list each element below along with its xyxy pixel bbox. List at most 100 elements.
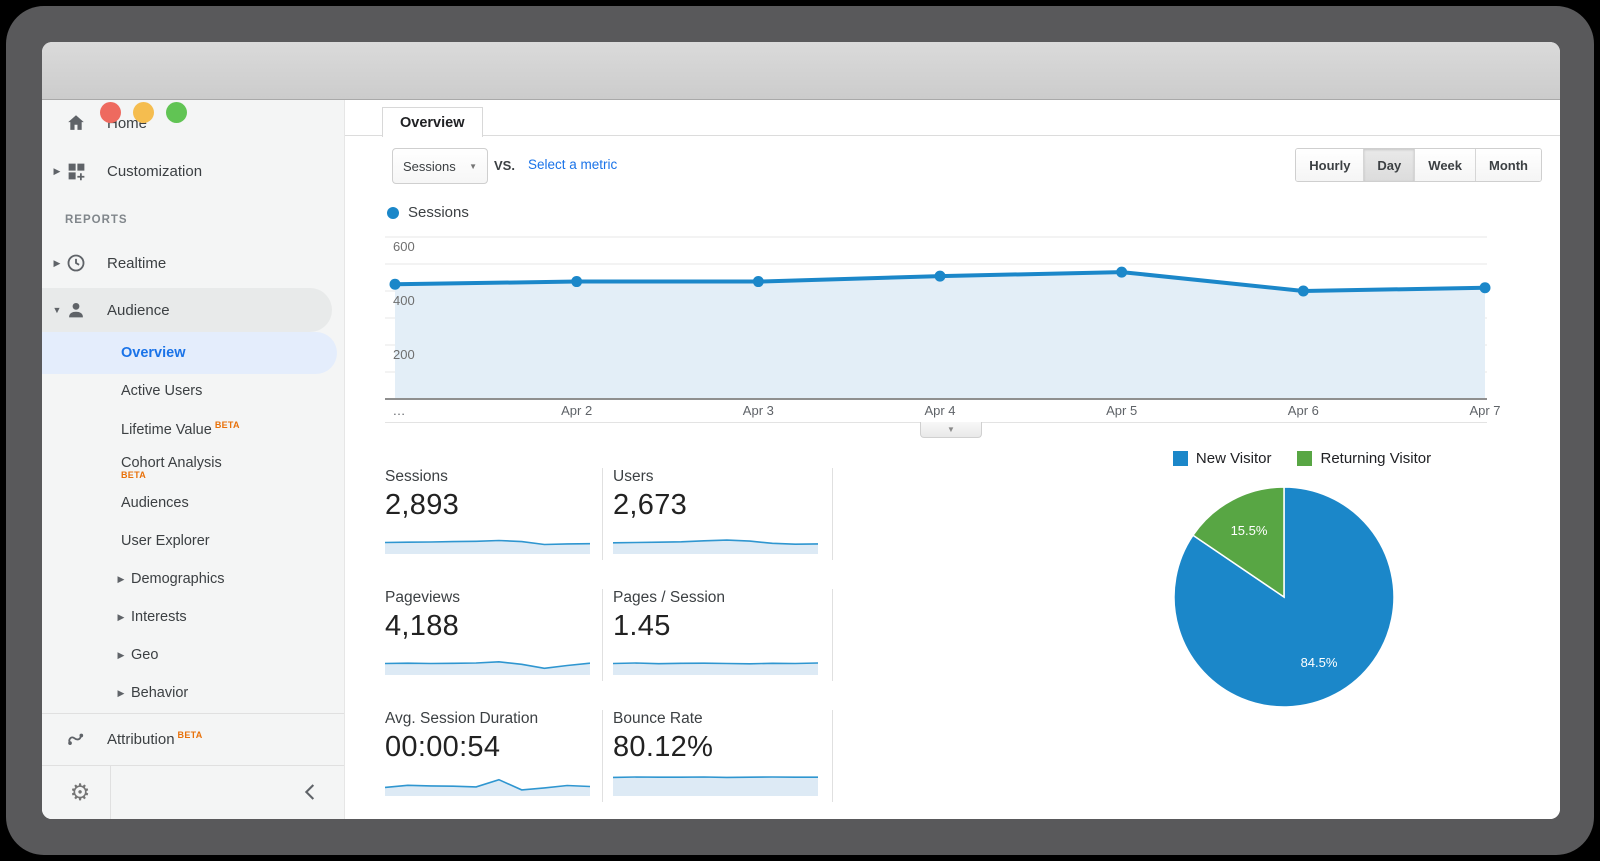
sidebar-item-label: Audiences (121, 495, 189, 511)
sidebar-item-label: User Explorer (121, 533, 210, 549)
sidebar-item-home[interactable]: Home (42, 100, 344, 146)
metric-label: Avg. Session Duration (385, 710, 593, 728)
metric-card-avg-session-duration[interactable]: Avg. Session Duration 00:00:54 (385, 710, 593, 796)
collapse-arrow-icon: ▼ (50, 305, 64, 315)
metric-value: 1.45 (613, 610, 821, 643)
gear-icon[interactable]: ⚙ (62, 774, 98, 810)
sidebar-item-user-explorer[interactable]: User Explorer (42, 522, 344, 560)
x-axis-tick-label: Apr 3 (743, 403, 774, 418)
sidebar-item-lifetime-value[interactable]: Lifetime ValueBETA (42, 410, 344, 448)
sidebar-nav: ⚙ Home▶ CustomizationREPORTS▶Realtime▼Au… (42, 100, 345, 819)
card-divider (832, 710, 833, 802)
close-window-button[interactable] (100, 102, 121, 123)
metric-selector-dropdown[interactable]: Sessions ▼ (392, 148, 488, 184)
metric-card-pages-session[interactable]: Pages / Session 1.45 (613, 589, 821, 675)
window-titlebar (42, 42, 1560, 100)
granularity-button-month[interactable]: Month (1475, 149, 1541, 181)
card-divider (602, 710, 603, 802)
metric-label: Pages / Session (613, 589, 821, 607)
metric-value: 4,188 (385, 610, 593, 643)
card-divider (602, 468, 603, 560)
metric-value: 00:00:54 (385, 731, 593, 764)
sidebar-item-label: Realtime (107, 255, 166, 272)
sidebar-item-label: Interests (131, 609, 187, 625)
sidebar-item-label: AttributionBETA (107, 730, 203, 748)
metric-label: Pageviews (385, 589, 593, 607)
metric-card-sessions[interactable]: Sessions 2,893 (385, 468, 593, 554)
zoom-window-button[interactable] (166, 102, 187, 123)
sidebar-item-label: Geo (131, 647, 158, 663)
beta-badge: BETA (215, 420, 240, 430)
pie-legend: New VisitorReturning Visitor (1082, 450, 1522, 467)
collapse-sidebar-icon[interactable] (297, 778, 325, 806)
minimize-window-button[interactable] (133, 102, 154, 123)
person-icon (64, 298, 88, 322)
metric-label: Bounce Rate (613, 710, 821, 728)
sidebar-item-interests[interactable]: ▶Interests (42, 598, 344, 636)
sidebar-item-audiences[interactable]: Audiences (42, 484, 344, 522)
sidebar-item-audience[interactable]: ▼Audience (42, 288, 332, 332)
sidebar-item-realtime[interactable]: ▶Realtime (42, 240, 344, 286)
metric-card-pageviews[interactable]: Pageviews 4,188 (385, 589, 593, 675)
app-window: ⚙ Home▶ CustomizationREPORTS▶Realtime▼Au… (42, 42, 1560, 819)
y-axis-tick-label: 200 (393, 347, 415, 362)
sidebar-item-behavior[interactable]: ▶Behavior (42, 674, 344, 712)
sidebar-item-label: Demographics (131, 571, 225, 587)
sidebar-item-attribution[interactable]: AttributionBETA (42, 715, 344, 763)
expand-arrow-icon: ▶ (114, 688, 128, 699)
sidebar-footer: ⚙ (42, 766, 344, 819)
sidebar-item-label: Overview (121, 345, 186, 361)
chart-expander-button[interactable]: ▼ (920, 422, 982, 438)
sidebar-item-label: Active Users (121, 383, 202, 399)
metric-card-users[interactable]: Users 2,673 (613, 468, 821, 554)
sidebar-section-header-reports: REPORTS (65, 198, 367, 242)
granularity-button-day[interactable]: Day (1363, 149, 1414, 181)
sidebar-item-cohort-analysis[interactable]: Cohort AnalysisBETA (42, 444, 344, 482)
sidebar-item-customization[interactable]: ▶ Customization (42, 148, 344, 194)
sessions-legend-dot (387, 207, 399, 219)
select-a-metric-link[interactable]: Select a metric (528, 157, 617, 172)
sidebar-item-geo[interactable]: ▶Geo (42, 636, 344, 674)
expand-arrow-icon: ▶ (50, 166, 64, 177)
metric-card-bounce-rate[interactable]: Bounce Rate 80.12% (613, 710, 821, 796)
sessions-legend-label: Sessions (408, 204, 469, 221)
chevron-down-icon: ▼ (469, 162, 477, 171)
sidebar-item-demographics[interactable]: ▶Demographics (42, 560, 344, 598)
x-axis-tick-label: Apr 4 (924, 403, 955, 418)
expand-arrow-icon: ▶ (114, 612, 128, 623)
metric-selector-label: Sessions (403, 159, 456, 174)
granularity-button-hourly[interactable]: Hourly (1296, 149, 1363, 181)
home-icon (64, 111, 88, 135)
expand-arrow-icon: ▶ (114, 574, 128, 585)
x-axis-tick-label: Apr 7 (1469, 403, 1500, 418)
granularity-button-week[interactable]: Week (1414, 149, 1475, 181)
granularity-button-group: HourlyDayWeekMonth (1295, 148, 1542, 182)
sidebar-item-active-users[interactable]: Active Users (42, 372, 344, 410)
x-axis-tick-label: Apr 5 (1106, 403, 1137, 418)
y-axis-tick-label: 400 (393, 293, 415, 308)
customization-icon (64, 159, 88, 183)
tab-overview[interactable]: Overview (382, 107, 483, 137)
x-axis-tick-label: Apr 2 (561, 403, 592, 418)
metric-value: 80.12% (613, 731, 821, 764)
x-axis-tick-label: Apr 6 (1288, 403, 1319, 418)
legend-swatch-icon (1173, 451, 1188, 466)
beta-badge: BETA (178, 730, 203, 740)
card-divider (832, 589, 833, 681)
metric-label: Sessions (385, 468, 593, 486)
legend-swatch-icon (1297, 451, 1312, 466)
legend-label: Returning Visitor (1320, 450, 1431, 467)
expand-arrow-icon: ▶ (114, 650, 128, 661)
metric-value: 2,673 (613, 489, 821, 522)
card-divider (832, 468, 833, 560)
x-axis-tick-label: … (393, 403, 406, 418)
vs-label: VS. (494, 158, 515, 173)
sidebar-divider (42, 765, 344, 766)
tab-strip (345, 100, 1560, 136)
beta-badge: BETA (121, 470, 146, 480)
metric-label: Users (613, 468, 821, 486)
sidebar-divider (42, 713, 344, 714)
y-axis-tick-label: 600 (393, 239, 415, 254)
sidebar-item-label: Cohort Analysis (121, 455, 222, 471)
sidebar-item-overview[interactable]: Overview (42, 332, 337, 374)
